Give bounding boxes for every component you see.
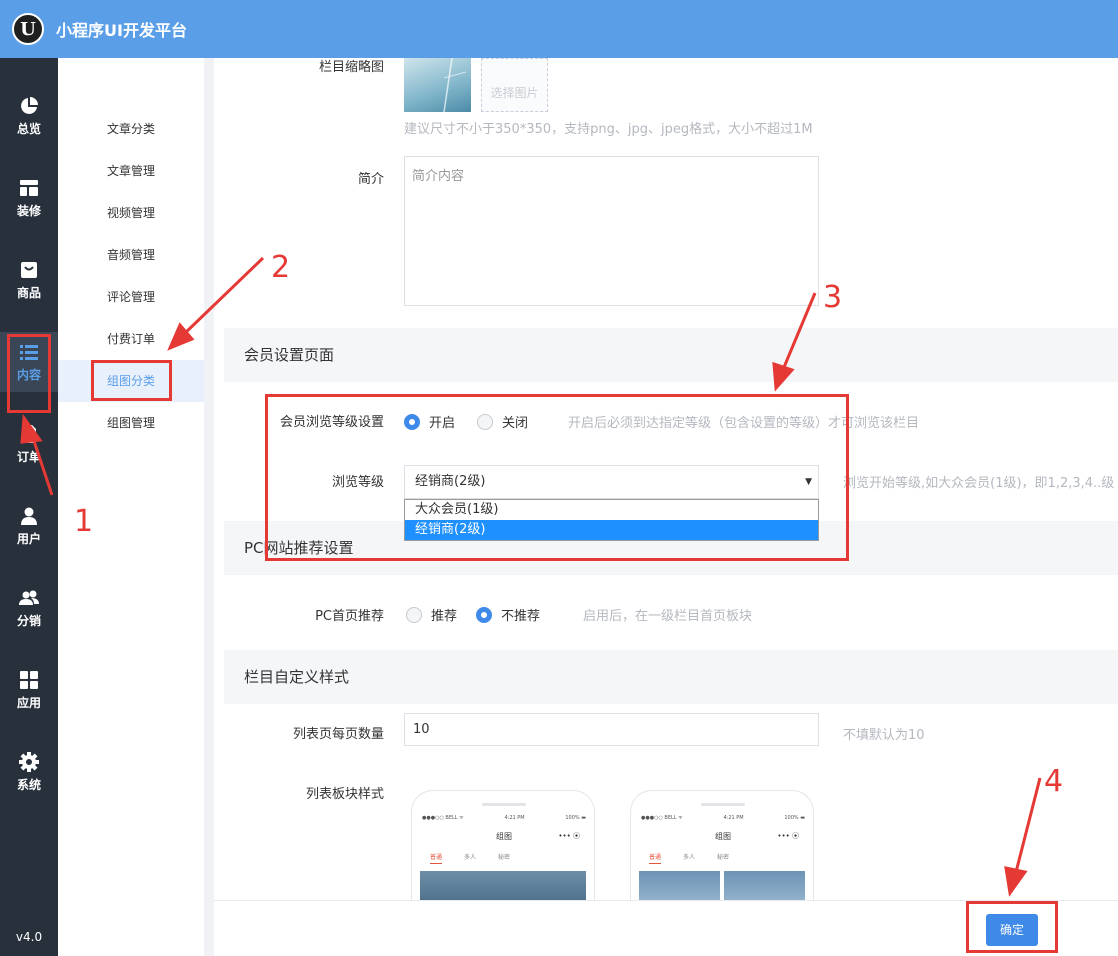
annotation-number-4: 4 — [1044, 764, 1064, 799]
arrow-1-head — [20, 413, 43, 444]
annotation-arrows — [20, 256, 1042, 897]
arrow-3-head — [772, 361, 795, 392]
arrow-3 — [780, 292, 817, 373]
arrow-4-head — [1004, 866, 1028, 897]
annotation-number-1: 1 — [74, 504, 94, 539]
arrow-2 — [181, 256, 265, 337]
annotation-number-2: 2 — [271, 250, 291, 285]
annotation-number-3: 3 — [823, 280, 843, 315]
arrow-4 — [1013, 777, 1042, 877]
